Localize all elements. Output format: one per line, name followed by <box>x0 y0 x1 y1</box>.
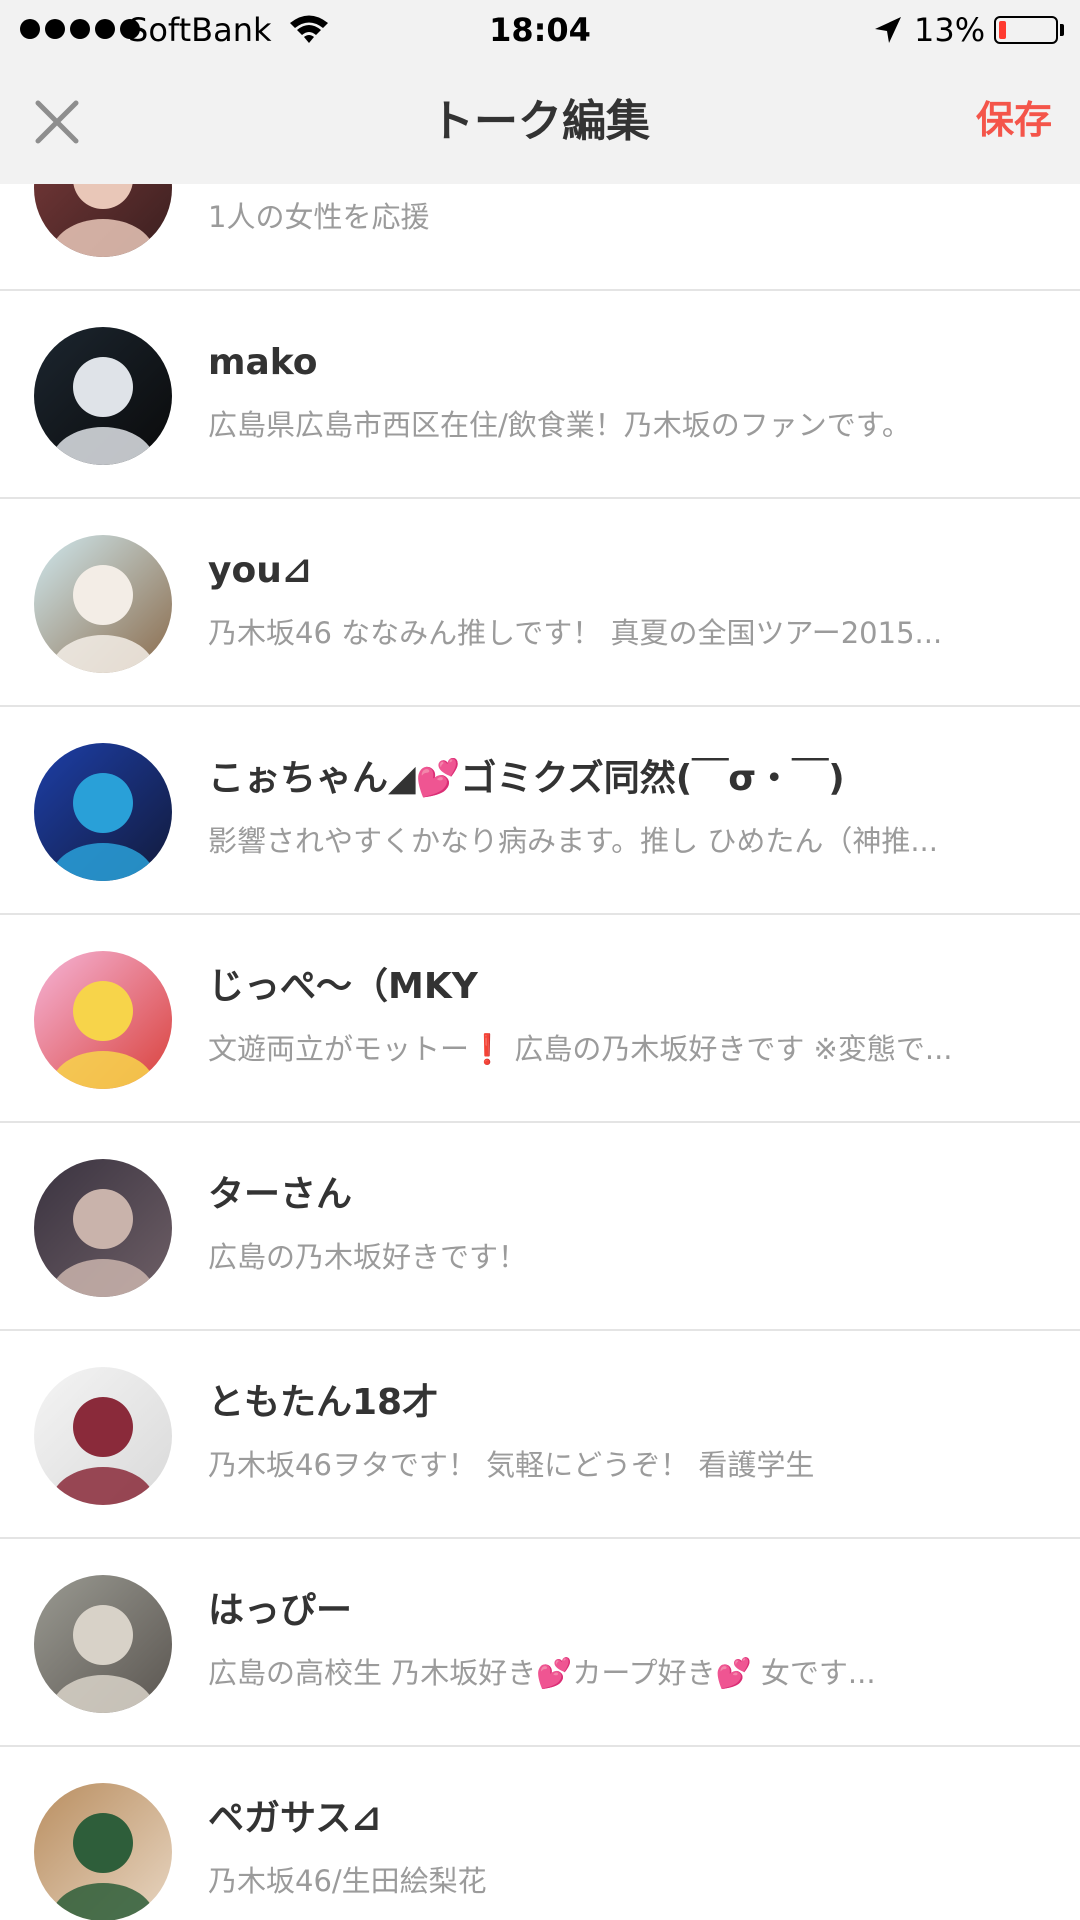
user-bio: 1人の女性を応援 <box>208 200 430 234</box>
list-item[interactable]: you⊿ 乃木坂46 ななみん推しです！ 真夏の全国ツアー2015... <box>0 499 1080 707</box>
battery-cap <box>1060 24 1064 36</box>
photo-avatar <box>34 743 172 881</box>
photo-avatar <box>34 1783 172 1920</box>
user-bio: 乃木坂46 ななみん推しです！ 真夏の全国ツアー2015... <box>208 616 943 650</box>
location-arrow-icon <box>875 17 901 43</box>
photo-avatar <box>34 184 172 257</box>
status-bar: SoftBank 18:04 13% <box>0 0 1080 60</box>
screen: SoftBank 18:04 13% トーク編集 保存 KxExN- <box>0 0 1080 1920</box>
user-bio: 乃木坂46/生田絵梨花 <box>208 1864 487 1898</box>
user-bio: 文遊両立がモットー❗️ 広島の乃木坂好きです ※変態で... <box>208 1032 953 1066</box>
user-list-viewport[interactable]: KxExN-@NANAMI 他界 1人の女性を応援 mako 広島県広島市西区在… <box>0 184 1080 1920</box>
user-name: mako <box>208 342 318 383</box>
user-name: こぉちゃん◢💕ゴミクズ同然(￣σ・￣) <box>208 758 845 799</box>
user-list: KxExN-@NANAMI 他界 1人の女性を応援 mako 広島県広島市西区在… <box>0 184 1080 1920</box>
list-item[interactable]: ともたん18才 乃木坂46ヲタです！ 気軽にどうぞ！ 看護学生 <box>0 1331 1080 1539</box>
battery-percentage: 13% <box>914 11 986 49</box>
list-item[interactable]: mako 広島県広島市西区在住/飲食業！乃木坂のファンです。 <box>0 291 1080 499</box>
user-bio: 広島の高校生 乃木坂好き💕カープ好き💕 女です... <box>208 1656 876 1690</box>
list-item[interactable]: こぉちゃん◢💕ゴミクズ同然(￣σ・￣) 影響されやすくかなり病みます。推し ひめ… <box>0 707 1080 915</box>
list-item[interactable]: ペガサス⊿ 乃木坂46/生田絵梨花 <box>0 1747 1080 1920</box>
list-item[interactable]: KxExN-@NANAMI 他界 1人の女性を応援 <box>0 184 1080 291</box>
list-item[interactable]: じっぺ〜（MKY 文遊両立がモットー❗️ 広島の乃木坂好きです ※変態で... <box>0 915 1080 1123</box>
close-button[interactable] <box>20 90 94 154</box>
list-item[interactable]: ターさん 広島の乃木坂好きです！ <box>0 1123 1080 1331</box>
nav-bar: トーク編集 保存 <box>0 60 1080 184</box>
battery-level-fill <box>999 21 1007 39</box>
cat-photo-avatar <box>34 1575 172 1713</box>
page-title: トーク編集 <box>430 96 650 147</box>
user-bio: 影響されやすくかなり病みます。推し ひめたん（神推... <box>208 824 938 858</box>
user-name: ともたん18才 <box>208 1382 439 1423</box>
user-name: ペガサス⊿ <box>208 1798 382 1839</box>
photo-avatar <box>34 1159 172 1297</box>
user-name: ターさん <box>208 1174 353 1215</box>
battery-icon <box>994 16 1058 44</box>
user-name: はっぴー <box>208 1590 353 1631</box>
user-bio: 乃木坂46ヲタです！ 気軽にどうぞ！ 看護学生 <box>208 1448 815 1482</box>
list-item[interactable]: はっぴー 広島の高校生 乃木坂好き💕カープ好き💕 女です... <box>0 1539 1080 1747</box>
close-icon <box>35 100 79 144</box>
user-bio: 広島の乃木坂好きです！ <box>208 1240 528 1274</box>
photo-avatar <box>34 535 172 673</box>
user-name: you⊿ <box>208 550 312 591</box>
illustration-avatar <box>34 951 172 1089</box>
user-bio: 広島県広島市西区在住/飲食業！乃木坂のファンです。 <box>208 408 911 442</box>
photo-avatar <box>34 1367 172 1505</box>
user-name: じっぺ〜（MKY <box>208 966 478 1007</box>
save-button[interactable]: 保存 <box>976 90 1052 150</box>
photo-avatar <box>34 327 172 465</box>
